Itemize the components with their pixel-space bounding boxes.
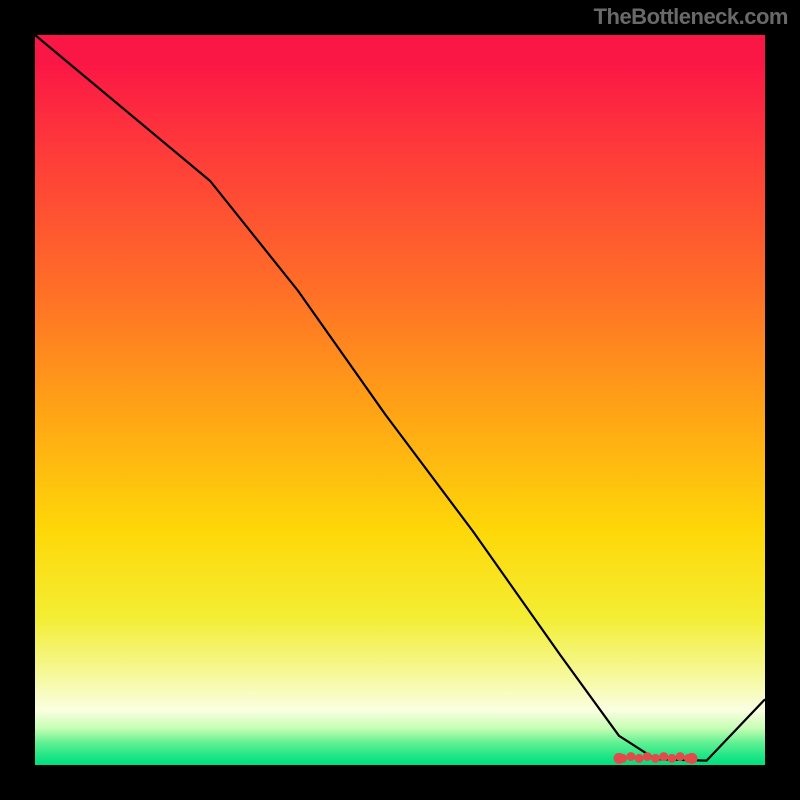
chart-frame: TheBottleneck.com [0, 0, 800, 800]
marker-dot [676, 752, 685, 761]
marker-dot [667, 754, 676, 763]
marker-dot [614, 753, 625, 764]
marker-dot [643, 752, 652, 761]
marker-dot [659, 752, 668, 761]
markers-svg [35, 35, 765, 765]
marker-dot [651, 754, 660, 763]
plot-area [35, 35, 765, 765]
attribution-text: TheBottleneck.com [594, 4, 788, 30]
marker-dot [626, 752, 635, 761]
marker-dot [635, 754, 644, 763]
marker-dot [687, 753, 698, 764]
marker-group [614, 752, 698, 764]
